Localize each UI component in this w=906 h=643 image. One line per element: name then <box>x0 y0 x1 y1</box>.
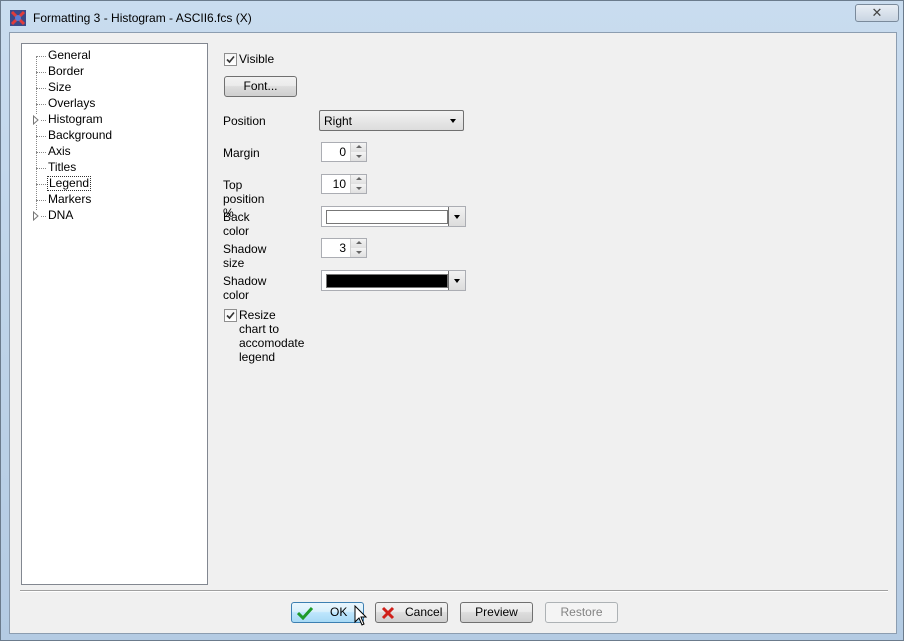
category-tree[interactable]: General Border Size Overlays Histogram Backgr… <box>21 43 208 585</box>
spin-down-icon[interactable] <box>350 184 366 193</box>
button-separator <box>20 590 888 592</box>
ok-label: OK <box>330 605 348 619</box>
chevron-down-icon[interactable] <box>448 271 465 290</box>
checkmark-icon <box>226 55 235 64</box>
tree-item-label: Histogram <box>48 112 103 126</box>
tree-connector <box>36 152 46 153</box>
tree-item-legend[interactable]: Legend <box>22 176 207 192</box>
tree-item-titles[interactable]: Titles <box>22 160 207 176</box>
tree-connector <box>36 136 46 137</box>
close-icon <box>381 606 395 620</box>
margin-value: 0 <box>339 145 346 159</box>
visible-checkbox[interactable] <box>224 53 237 66</box>
preview-button[interactable]: Preview <box>460 602 533 623</box>
position-label: Position <box>223 114 266 128</box>
tree-connector <box>36 56 46 57</box>
back-color-label: Back color <box>223 210 250 238</box>
dialog-window: Formatting 3 - Histogram - ASCII6.fcs (X… <box>0 0 904 641</box>
dialog-client-area: General Border Size Overlays Histogram Backgr… <box>9 32 897 634</box>
tree-item-dna[interactable]: DNA <box>22 208 207 224</box>
shadow-size-value: 3 <box>339 241 346 255</box>
mouse-pointer-icon <box>354 605 368 626</box>
cancel-label: Cancel <box>405 605 443 619</box>
tree-connector <box>36 104 46 105</box>
shadow-color-label: Shadow color <box>223 274 267 302</box>
tree-item-label: Background <box>48 128 113 142</box>
tree-item-border[interactable]: Border <box>22 64 207 80</box>
close-button[interactable]: ✕ <box>855 4 899 22</box>
tree-item-label: General <box>48 48 91 62</box>
tree-item-label: Titles <box>48 160 77 174</box>
restore-button[interactable]: Restore <box>545 602 618 623</box>
position-select[interactable]: Right <box>319 110 464 131</box>
app-logo-icon <box>10 10 26 26</box>
spin-down-icon[interactable] <box>350 152 366 161</box>
tree-item-label: Border <box>48 64 85 78</box>
chevron-down-icon[interactable] <box>448 207 465 226</box>
tree-connector <box>36 72 46 73</box>
top-position-spinner[interactable]: 10 <box>321 174 367 194</box>
shadow-size-spinner[interactable]: 3 <box>321 238 367 258</box>
tree-item-axis[interactable]: Axis <box>22 144 207 160</box>
tree-item-background[interactable]: Background <box>22 128 207 144</box>
expand-arrow-icon[interactable] <box>32 115 40 125</box>
back-color-picker[interactable] <box>321 206 466 227</box>
shadow-color-picker[interactable] <box>321 270 466 291</box>
tree-item-general[interactable]: General <box>22 48 207 64</box>
expand-arrow-icon[interactable] <box>32 211 40 221</box>
tree-item-label: Overlays <box>48 96 96 110</box>
tree-item-histogram[interactable]: Histogram <box>22 112 207 128</box>
window-title: Formatting 3 - Histogram - ASCII6.fcs (X… <box>33 11 252 25</box>
visible-label: Visible <box>239 52 275 66</box>
margin-spinner[interactable]: 0 <box>321 142 367 162</box>
resize-chart-label: Resize chart to accomodate legend <box>239 308 305 364</box>
tree-item-label: DNA <box>48 208 74 222</box>
tree-connector <box>36 184 46 185</box>
cancel-button[interactable]: Cancel <box>375 602 448 623</box>
shadow-color-swatch <box>326 274 448 288</box>
tree-connector <box>36 168 46 169</box>
margin-label: Margin <box>223 146 260 160</box>
close-icon: ✕ <box>871 5 883 20</box>
tree-item-label: Size <box>48 80 72 94</box>
checkmark-icon <box>226 311 235 320</box>
spin-down-icon[interactable] <box>350 248 366 257</box>
shadow-size-label: Shadow size <box>223 242 267 270</box>
tree-connector <box>36 88 46 89</box>
chevron-down-icon <box>450 119 456 123</box>
checkmark-icon <box>297 606 313 620</box>
position-value: Right <box>324 114 353 128</box>
tree-item-label: Markers <box>48 192 92 206</box>
back-color-swatch <box>326 210 448 224</box>
resize-chart-checkbox[interactable] <box>224 309 237 322</box>
tree-item-size[interactable]: Size <box>22 80 207 96</box>
tree-item-label: Legend <box>47 176 92 191</box>
title-bar[interactable]: Formatting 3 - Histogram - ASCII6.fcs (X… <box>1 1 905 33</box>
font-button[interactable]: Font... <box>224 76 297 97</box>
tree-item-label: Axis <box>48 144 71 158</box>
tree-item-overlays[interactable]: Overlays <box>22 96 207 112</box>
tree-connector <box>36 200 46 201</box>
top-position-value: 10 <box>332 177 346 191</box>
tree-item-markers[interactable]: Markers <box>22 192 207 208</box>
